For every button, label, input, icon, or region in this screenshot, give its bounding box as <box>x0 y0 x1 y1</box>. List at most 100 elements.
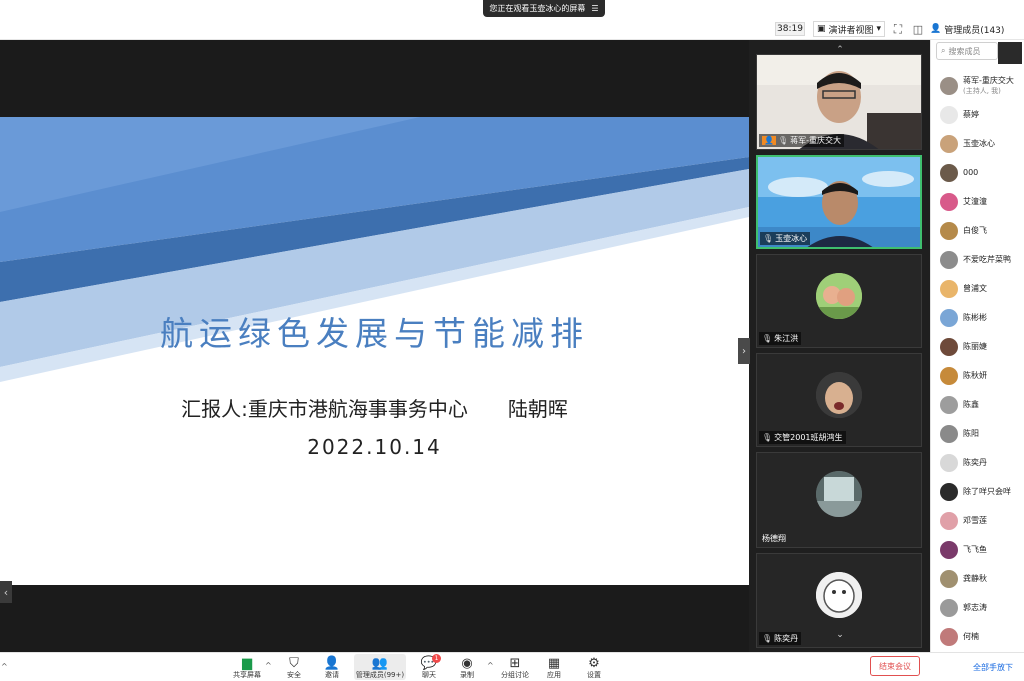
member-search-placeholder: 搜索成员 <box>948 46 981 56</box>
chevron-up-icon[interactable]: ^ <box>487 661 494 670</box>
settings-button[interactable]: ⚙ 设置 <box>583 654 605 680</box>
chevron-up-icon[interactable]: ^ <box>265 661 272 670</box>
member-name: 陈丽婕 <box>963 342 987 351</box>
member-list-item[interactable]: 曾浦文 <box>940 278 1024 300</box>
sidebar-toggle-icon[interactable]: ◫ <box>911 22 925 36</box>
chat-button[interactable]: 💬 1 聊天 <box>418 654 442 680</box>
mic-muted-icon: 🎙 <box>762 433 773 442</box>
mic-muted-icon: 🎙 <box>762 634 773 643</box>
member-name: 除了咩只会咩 <box>963 487 1011 496</box>
video-tile[interactable]: 杨德翔 <box>756 452 922 548</box>
share-banner-text: 您正在观看玉壶冰心的屏幕 <box>489 4 586 13</box>
security-button[interactable]: ⛉ 安全 <box>283 654 305 680</box>
member-text: 何楠 <box>963 632 979 642</box>
member-list-item[interactable]: 蒋军-重庆交大 (主持人, 我) <box>940 75 1024 97</box>
slide-title: 航运绿色发展与节能减排 <box>160 314 589 353</box>
fullscreen-icon[interactable]: ⛶ <box>891 22 905 36</box>
video-tile-name: 🎙 朱江洪 <box>759 332 802 345</box>
member-list-item[interactable]: 蔡婷 <box>940 104 1024 126</box>
screen-share-banner[interactable]: 您正在观看玉壶冰心的屏幕 ☰ <box>483 0 605 17</box>
add-user-icon: 👤 <box>323 656 341 671</box>
video-tile[interactable]: 🎙 交管2001班胡鸿生 <box>756 353 922 447</box>
chat-icon: 💬 1 <box>421 654 442 671</box>
avatar <box>940 222 958 240</box>
member-list-item[interactable]: 邓雪莲 <box>940 510 1024 532</box>
member-name: 陈阳 <box>963 429 979 438</box>
member-list-item[interactable]: 陈鑫 <box>940 394 1024 416</box>
avatar <box>940 193 958 211</box>
avatar <box>940 338 958 356</box>
self-video-thumbnail[interactable] <box>998 42 1022 64</box>
member-list-item[interactable]: 不爱吃芹菜鸭 <box>940 249 1024 271</box>
video-tile-name: 🎙 陈奕丹 <box>759 632 802 645</box>
mic-icon: 🎙 <box>763 234 774 243</box>
breakout-rooms-button[interactable]: ⊞ 分组讨论 <box>499 654 531 680</box>
video-tile[interactable]: 🎙 朱江洪 <box>756 254 922 348</box>
member-name: 飞飞鱼 <box>963 545 987 554</box>
menu-icon[interactable]: ☰ <box>591 4 598 13</box>
member-name: 郭志涛 <box>963 603 987 612</box>
chevron-down-icon[interactable]: ⌄ <box>832 630 848 640</box>
apps-button[interactable]: ▦ 应用 <box>543 654 565 680</box>
avatar <box>816 471 862 517</box>
members-header-label: 管理成员(143) <box>944 25 1005 36</box>
member-list-item[interactable]: 郭志涛 <box>940 597 1024 619</box>
member-list-item[interactable]: 何楠 <box>940 626 1024 648</box>
presentation-slide: 航运绿色发展与节能减排 汇报人:重庆市港航海事事务中心 陆朝晖 2022.10.… <box>0 117 749 585</box>
end-meeting-button[interactable]: 结束会议 <box>870 656 920 676</box>
member-list-item[interactable]: 陈阳 <box>940 423 1024 445</box>
invite-button[interactable]: 👤 邀请 <box>321 654 343 680</box>
member-list-item[interactable]: 艾潼潼 <box>940 191 1024 213</box>
member-name: 邓雪莲 <box>963 516 987 525</box>
breakout-icon: ⊞ <box>509 656 521 671</box>
member-name: 陈奕丹 <box>963 458 987 467</box>
video-tile-host[interactable]: 👤 🎙 蒋军-重庆交大 <box>756 54 922 150</box>
member-text: 白俊飞 <box>963 226 987 236</box>
host-badge-icon: 👤 <box>762 136 776 145</box>
avatar <box>940 135 958 153</box>
avatar <box>816 572 862 618</box>
member-list-item[interactable]: 玉壶冰心 <box>940 133 1024 155</box>
share-screen-button[interactable]: ▆ 共享屏幕 <box>231 654 263 680</box>
avatar <box>940 512 958 530</box>
member-name: 曾浦文 <box>963 284 987 293</box>
member-list-item[interactable]: 000 <box>940 162 1024 184</box>
member-list-item[interactable]: 白俊飞 <box>940 220 1024 242</box>
member-text: 陈鑫 <box>963 400 979 410</box>
avatar <box>816 273 862 319</box>
member-name: 不爱吃芹菜鸭 <box>963 255 1011 264</box>
view-mode-dropdown[interactable]: ▣ 演讲者视图 ▾ <box>813 21 885 37</box>
member-list-item[interactable]: 陈彬彬 <box>940 307 1024 329</box>
member-list-item[interactable]: 陈秋妍 <box>940 365 1024 387</box>
member-name: 蒋军-重庆交大 <box>963 76 1014 85</box>
avatar <box>940 280 958 298</box>
video-tile-active-speaker[interactable]: 🎙 玉壶冰心 <box>756 155 922 249</box>
member-text: 不爱吃芹菜鸭 <box>963 255 1011 265</box>
member-list-item[interactable]: 龚静秋 <box>940 568 1024 590</box>
chevron-right-icon[interactable]: › <box>738 338 750 364</box>
member-list-item[interactable]: 飞飞鱼 <box>940 539 1024 561</box>
member-name: 陈鑫 <box>963 400 979 409</box>
avatar <box>940 77 958 95</box>
avatar <box>940 106 958 124</box>
member-search-input[interactable]: ⌕ 搜索成员 <box>936 42 998 60</box>
member-text: 除了咩只会咩 <box>963 487 1011 497</box>
avatar <box>816 372 862 418</box>
chevron-left-icon[interactable]: ‹ <box>0 581 12 603</box>
avatar <box>940 164 958 182</box>
member-text: 曾浦文 <box>963 284 987 294</box>
member-list-item[interactable]: 除了咩只会咩 <box>940 481 1024 503</box>
member-list-item[interactable]: 陈奕丹 <box>940 452 1024 474</box>
member-text: 邓雪莲 <box>963 516 987 526</box>
member-list-item[interactable]: 陈丽婕 <box>940 336 1024 358</box>
manage-members-button[interactable]: 👥 管理成员(99+) <box>354 654 406 680</box>
member-name: 艾潼潼 <box>963 197 987 206</box>
chevron-up-icon[interactable]: ^ <box>1 662 8 671</box>
member-text: 陈彬彬 <box>963 313 987 323</box>
members-header-button[interactable]: 👤 管理成员(143) <box>930 21 1024 37</box>
avatar <box>940 396 958 414</box>
avatar <box>940 454 958 472</box>
member-text: 蔡婷 <box>963 110 979 120</box>
record-button[interactable]: ◉ 录制 <box>456 654 478 680</box>
all-hands-down-button[interactable]: 全部手放下 <box>968 659 1018 675</box>
